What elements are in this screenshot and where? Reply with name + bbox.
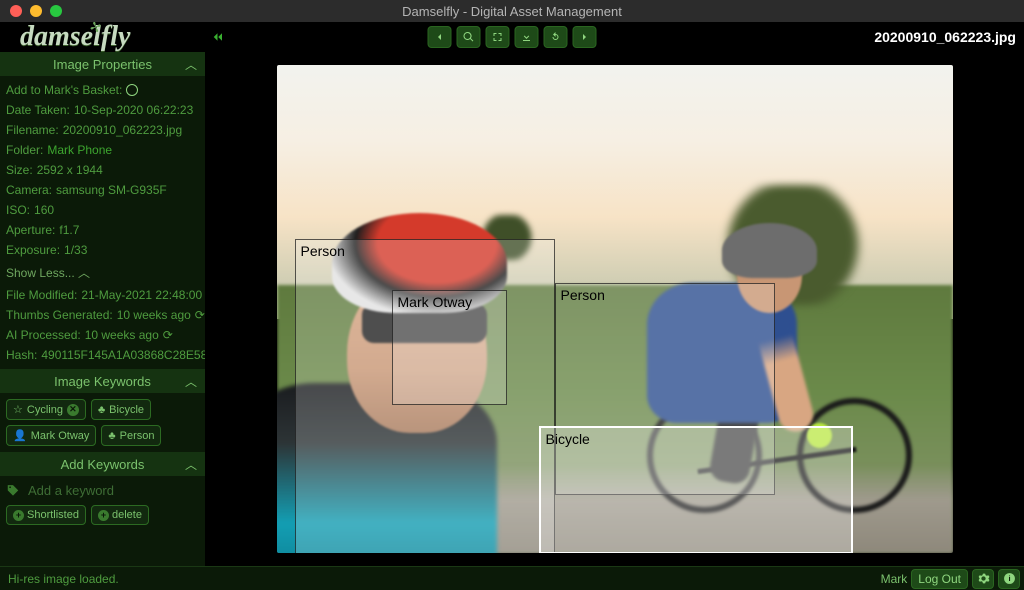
logo-text: damselfly: [20, 21, 130, 53]
info-button[interactable]: i: [998, 569, 1020, 589]
download-button[interactable]: [515, 26, 539, 48]
object-detect-button[interactable]: [486, 26, 510, 48]
basket-label: Add to Mark's Basket:: [6, 83, 122, 97]
detection-box-mark-otway[interactable]: Mark Otway: [392, 290, 507, 405]
bulb-icon: ♣: [108, 430, 115, 442]
plus-icon: +: [98, 510, 109, 521]
top-toolbar: damselfly ✢ 20200910_062223.jpg: [0, 22, 1024, 52]
chevron-up-icon: ︿: [78, 266, 90, 280]
settings-button[interactable]: [972, 569, 994, 589]
close-window-button[interactable]: [10, 5, 22, 17]
maximize-window-button[interactable]: [50, 5, 62, 17]
detection-box-bicycle[interactable]: Bicycle: [539, 426, 853, 553]
plus-icon: +: [13, 510, 24, 521]
folder-link[interactable]: Mark Phone: [47, 143, 112, 157]
minimize-window-button[interactable]: [30, 5, 42, 17]
logout-button[interactable]: Log Out: [911, 569, 968, 589]
current-filename: 20200910_062223.jpg: [874, 29, 1016, 45]
window-controls: [0, 5, 62, 17]
keyword-chip-row: ☆ Cycling ✕ ♣ Bicycle 👤 Mark Otway ♣ Per…: [0, 393, 205, 452]
basket-row: Add to Mark's Basket:: [0, 80, 205, 100]
detection-label: Person: [561, 287, 605, 303]
bulb-icon: ♣: [98, 404, 105, 416]
star-icon: ☆: [13, 403, 23, 416]
hash-row: Hash: 490115F145A1A03868C28E58E3B7: [0, 345, 205, 365]
delete-button[interactable]: + delete: [91, 505, 149, 525]
footer: Hi-res image loaded. Mark Log Out i: [0, 566, 1024, 590]
photo-canvas: Person Mark Otway Person Bicycle: [277, 65, 953, 553]
date-taken-row: Date Taken: 10-Sep-2020 06:22:23: [0, 100, 205, 120]
shortlisted-button[interactable]: + Shortlisted: [6, 505, 86, 525]
remove-keyword-button[interactable]: ✕: [67, 404, 79, 416]
keyword-actions: + Shortlisted + delete: [0, 505, 205, 531]
titlebar: Damselfly - Digital Asset Management: [0, 0, 1024, 22]
status-text: Hi-res image loaded.: [8, 572, 119, 586]
thumbs-row: Thumbs Generated: 10 weeks ago ⟳: [0, 305, 205, 325]
section-title: Image Properties: [53, 57, 152, 72]
footer-right: Mark Log Out i: [881, 569, 1020, 589]
keyword-chip-bicycle[interactable]: ♣ Bicycle: [91, 399, 151, 420]
refresh-icon[interactable]: ⟳: [195, 308, 205, 322]
refresh-icon[interactable]: ⟳: [163, 328, 173, 342]
section-header-add-keywords[interactable]: Add Keywords ︿: [0, 452, 205, 476]
chevron-up-icon[interactable]: ︿: [185, 373, 197, 390]
person-icon: 👤: [13, 429, 27, 442]
collapse-sidebar-button[interactable]: [210, 28, 228, 46]
filename-row: Filename: 20200910_062223.jpg: [0, 120, 205, 140]
prev-image-button[interactable]: [428, 26, 452, 48]
detection-label: Mark Otway: [398, 294, 473, 310]
file-modified-row: File Modified: 21-May-2021 22:48:00: [0, 285, 205, 305]
aperture-row: Aperture: f1.7: [0, 220, 205, 240]
detection-label: Person: [301, 243, 345, 259]
section-title: Add Keywords: [61, 457, 145, 472]
add-keyword-row: [0, 476, 205, 505]
exposure-row: Exposure: 1/33: [0, 240, 205, 260]
image-toolbar: [428, 26, 597, 48]
refresh-button[interactable]: [544, 26, 568, 48]
ai-row: AI Processed: 10 weeks ago ⟳: [0, 325, 205, 345]
add-keyword-input[interactable]: [26, 482, 205, 499]
app-logo[interactable]: damselfly ✢: [0, 22, 205, 52]
image-viewer[interactable]: Person Mark Otway Person Bicycle: [205, 52, 1024, 566]
basket-toggle[interactable]: [126, 84, 138, 96]
section-header-properties[interactable]: Image Properties ︿: [0, 52, 205, 76]
detection-label: Bicycle: [546, 431, 590, 447]
keyword-chip-person[interactable]: ♣ Person: [101, 425, 161, 446]
main-area: Image Properties ︿ Add to Mark's Basket:…: [0, 52, 1024, 566]
current-user: Mark: [881, 572, 908, 586]
keyword-chip-mark-otway[interactable]: 👤 Mark Otway: [6, 425, 96, 446]
iso-row: ISO: 160: [0, 200, 205, 220]
size-row: Size: 2592 x 1944: [0, 160, 205, 180]
next-image-button[interactable]: [573, 26, 597, 48]
tag-icon: [6, 484, 20, 498]
camera-row: Camera: samsung SM-G935F: [0, 180, 205, 200]
svg-text:i: i: [1008, 574, 1010, 583]
section-title: Image Keywords: [54, 374, 151, 389]
sidebar: Image Properties ︿ Add to Mark's Basket:…: [0, 52, 205, 566]
chevron-up-icon[interactable]: ︿: [185, 56, 197, 73]
folder-row: Folder: Mark Phone: [0, 140, 205, 160]
window-title: Damselfly - Digital Asset Management: [0, 4, 1024, 19]
keyword-chip-cycling[interactable]: ☆ Cycling ✕: [6, 399, 86, 420]
properties-list: Add to Mark's Basket: Date Taken: 10-Sep…: [0, 76, 205, 369]
section-header-keywords[interactable]: Image Keywords ︿: [0, 369, 205, 393]
show-less-toggle[interactable]: Show Less... ︿: [0, 260, 205, 285]
zoom-button[interactable]: [457, 26, 481, 48]
chevron-up-icon[interactable]: ︿: [185, 456, 197, 473]
